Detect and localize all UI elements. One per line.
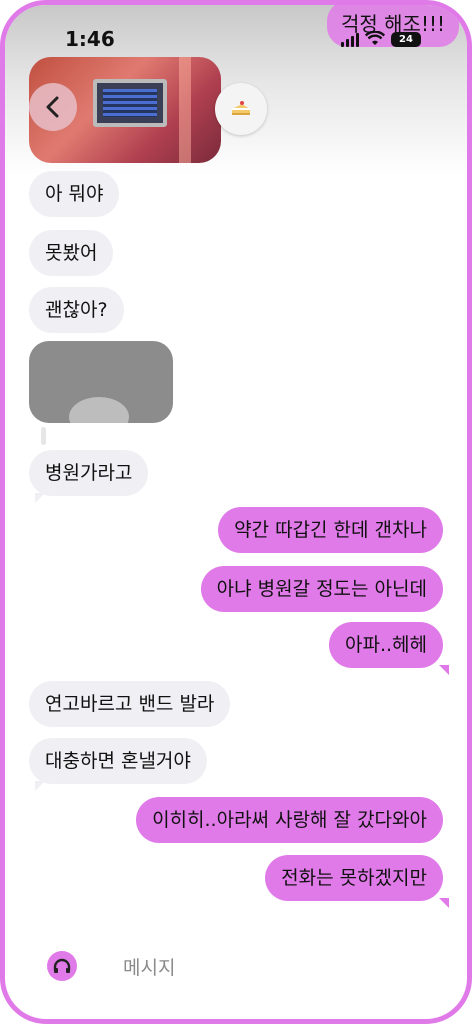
wifi-icon <box>365 31 385 45</box>
incoming-message[interactable]: 아 뭐야 <box>29 171 120 217</box>
blurred-media-message[interactable] <box>29 341 173 423</box>
incoming-message[interactable]: 연고바르고 밴드 발라 <box>29 681 231 727</box>
status-time: 1:46 <box>65 27 115 51</box>
outgoing-message[interactable]: 전화는 못하겠지만 <box>265 855 443 901</box>
back-button[interactable] <box>29 83 77 131</box>
reply-thread-marker <box>41 427 46 445</box>
bubble-tail <box>35 493 45 503</box>
incoming-message[interactable]: 못봤어 <box>29 230 114 276</box>
headphones-icon <box>53 958 71 973</box>
voice-message-button[interactable] <box>47 951 77 981</box>
photo-post-detail <box>179 57 191 163</box>
status-icons: 24 <box>341 29 421 49</box>
phone-frame: 1:46 걱정 해조!!! 24 아 뭐야 못봤어 괜찮아? 병원가라고 약간 … <box>0 0 472 1024</box>
incoming-message[interactable]: 병원가라고 <box>29 450 149 496</box>
incoming-message[interactable]: 괜찮아? <box>29 287 124 333</box>
outgoing-message[interactable]: 아파..헤헤 <box>329 622 443 668</box>
battery-icon: 24 <box>391 31 421 47</box>
bubble-tail <box>439 898 449 908</box>
chevron-left-icon <box>46 96 59 118</box>
bubble-tail <box>35 781 45 791</box>
outgoing-message[interactable]: 이히히..아라써 사랑해 잘 갔다와아 <box>136 797 443 843</box>
incoming-message[interactable]: 대충하면 혼낼거야 <box>29 738 207 784</box>
outgoing-message[interactable]: 약간 따갑긴 한데 갠차나 <box>218 507 443 553</box>
message-input[interactable]: 메시지 <box>123 953 175 980</box>
cake-icon <box>232 101 250 115</box>
bubble-tail <box>439 665 449 675</box>
photo-panel-detail <box>93 79 167 127</box>
outgoing-message[interactable]: 아냐 병원갈 정도는 아닌데 <box>200 566 443 612</box>
reaction-button[interactable] <box>215 83 267 135</box>
cellular-signal-icon <box>341 31 359 47</box>
